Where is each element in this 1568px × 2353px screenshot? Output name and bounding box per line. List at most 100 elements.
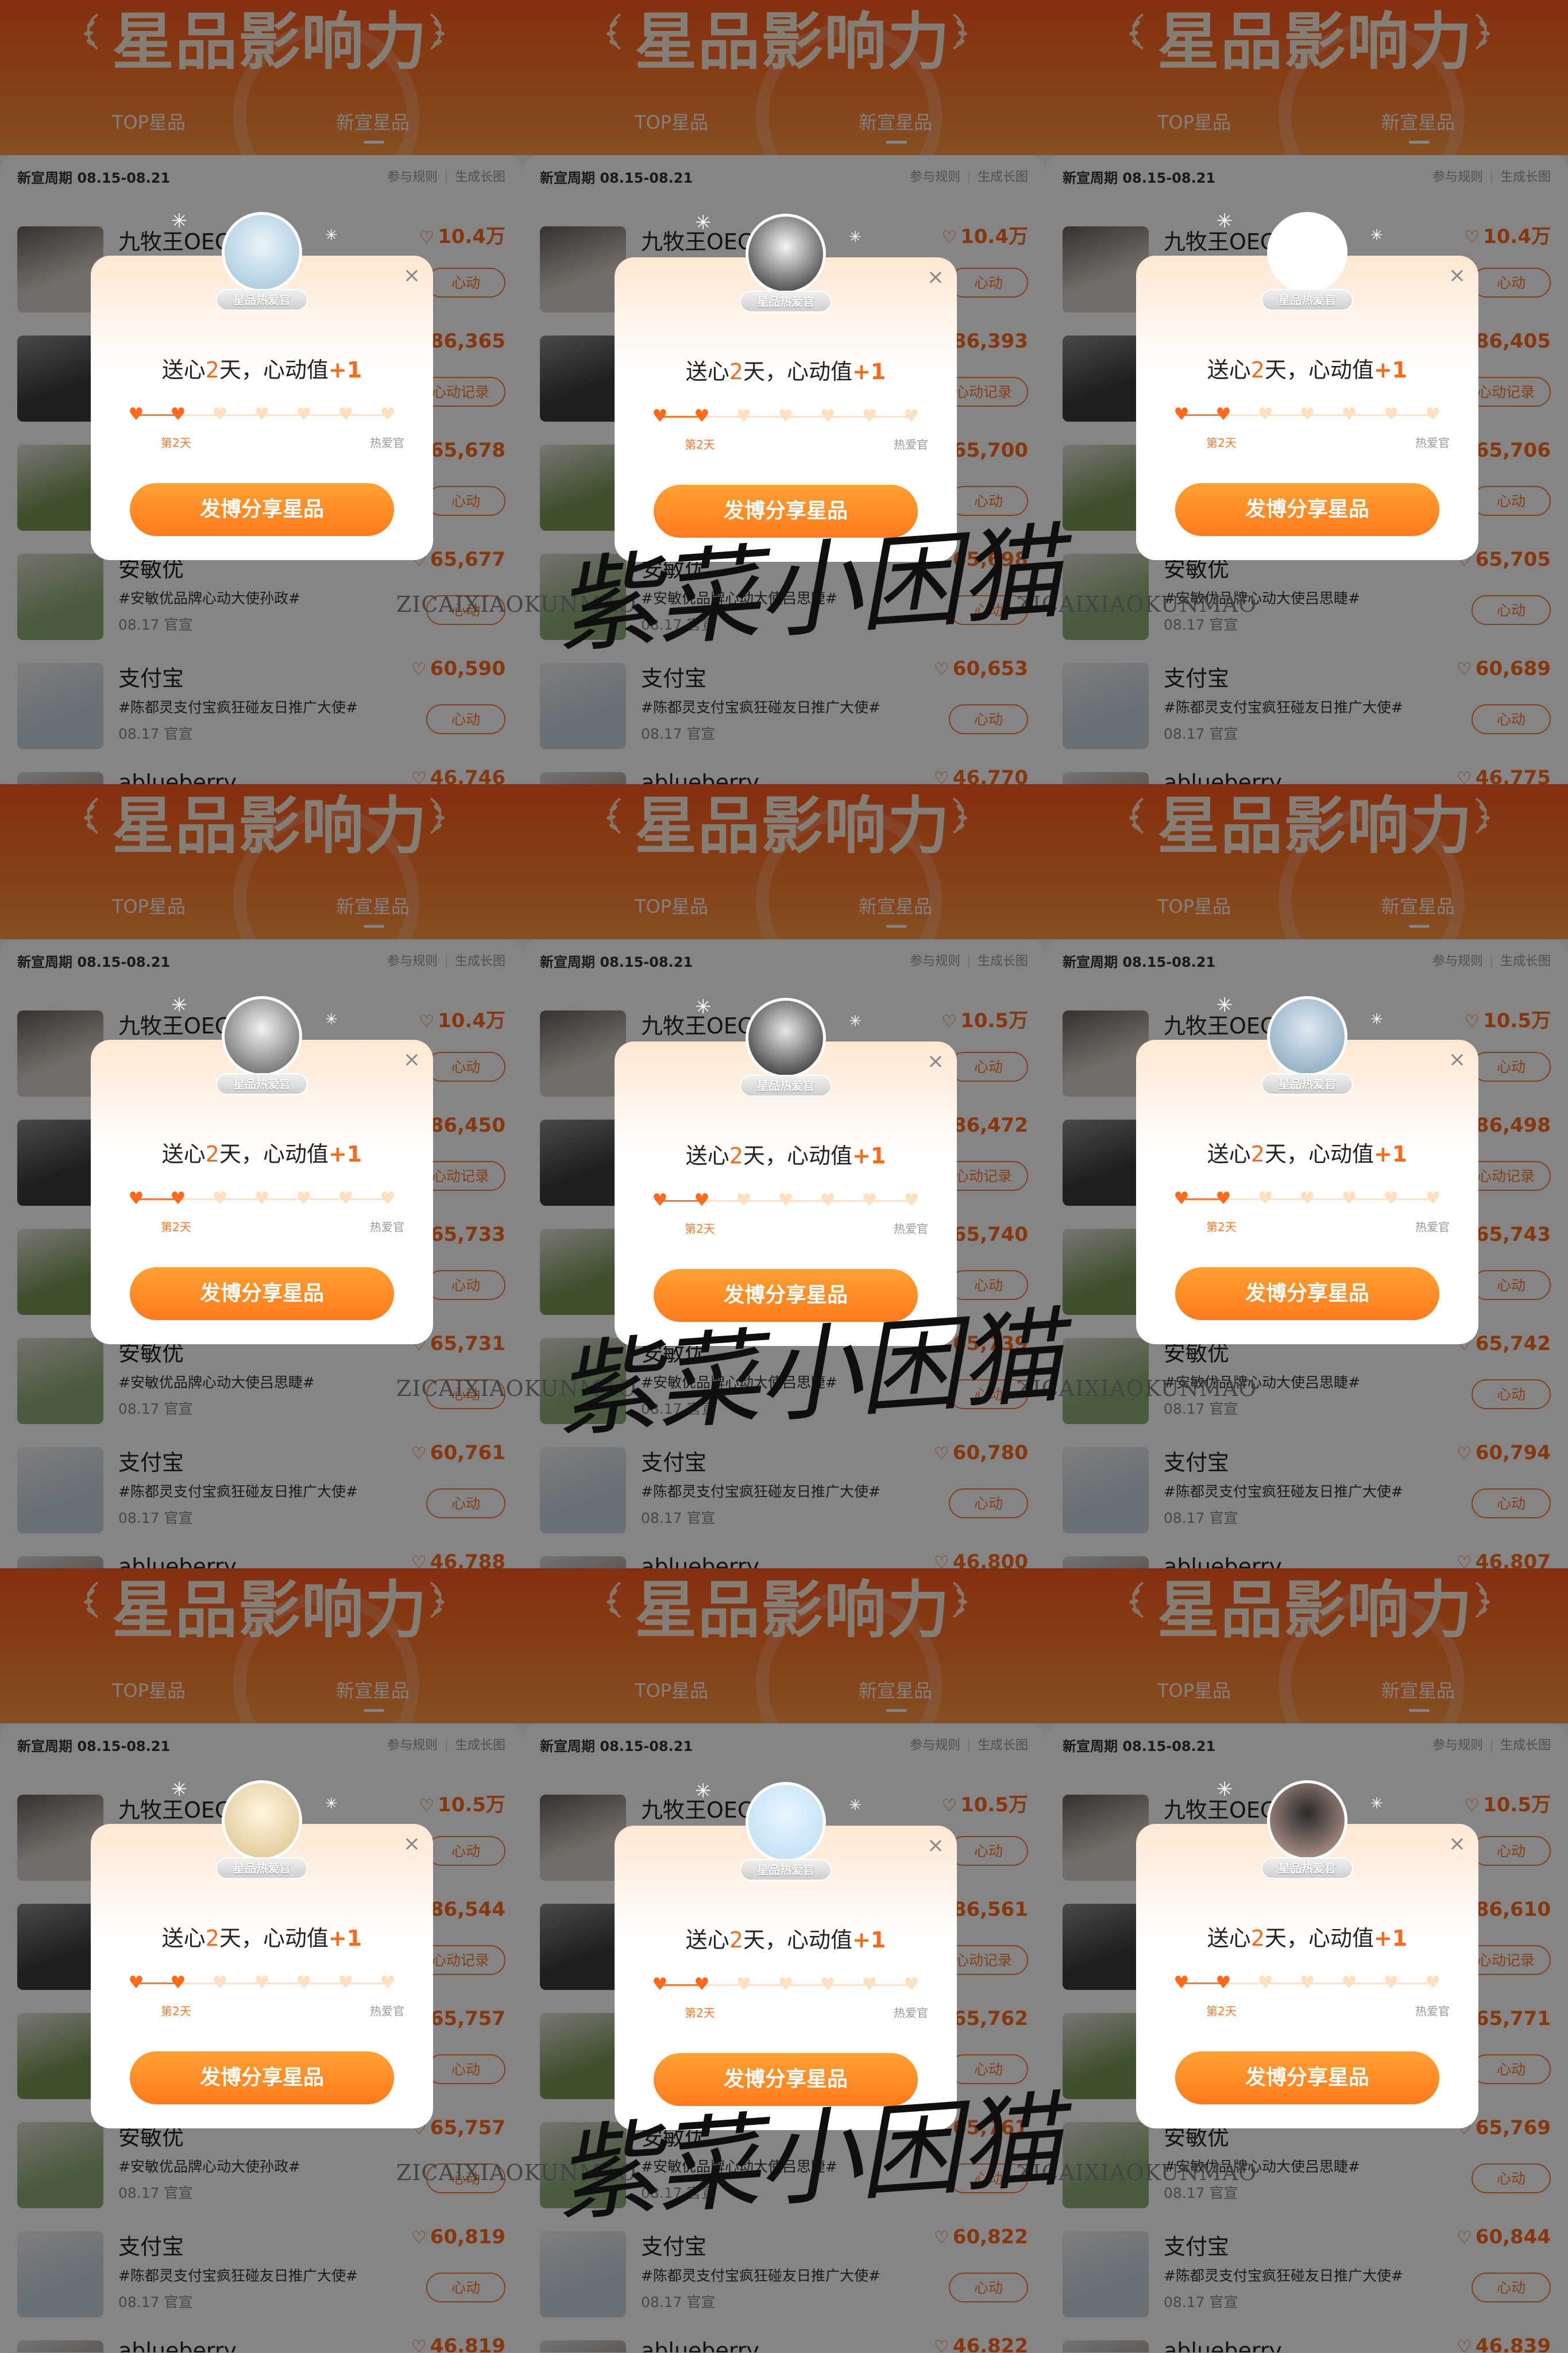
share-button[interactable]: 发博分享星品 [1175,2051,1439,2104]
progress-goal-label: 热爱官 [1415,1220,1450,1234]
share-button[interactable]: 发博分享星品 [1175,1267,1439,1320]
progress-heart-icon: ♥ [170,1973,186,1993]
screenshot-panel: 星品影响力 TOP星品 新宣星品 新宣周期 08.15-08.21 参与规则 生成长图 九牧… [0,1568,523,2352]
close-icon[interactable]: × [1447,1050,1467,1070]
progress-heart-icon: ♥ [694,406,710,426]
dialog-title: 送心2天，心动值+1 [1207,357,1408,383]
heart-value-gain: +1 [328,1141,362,1167]
days-count: 2 [729,359,743,384]
progress-heart-icon: ♥ [380,404,396,425]
user-avatar [222,1780,302,1861]
progress-heart-icon: ♥ [338,404,354,425]
progress-heart-icon: ♥ [1341,1189,1357,1209]
fan-badge: 星品热爱官 [740,291,832,313]
progress-heart-icon: ♥ [820,1190,836,1210]
sparkle-icon: ✳ [849,1013,862,1030]
fan-badge: 星品热爱官 [216,1073,308,1095]
days-count: 2 [1250,1141,1265,1167]
close-icon[interactable]: × [402,1050,422,1070]
user-avatar [746,1782,826,1862]
progress-heart-icon: ♥ [380,1189,396,1209]
progress-heart-icon: ♥ [254,1973,270,1993]
close-icon[interactable]: × [402,265,422,286]
sparkle-icon: ✳ [171,994,188,1017]
share-button[interactable]: 发博分享星品 [1175,483,1439,536]
screenshot-panel: 星品影响力 TOP星品 新宣星品 新宣周期 08.15-08.21 参与规则 生成长图 九牧… [1045,0,1568,784]
progress-heart-icon: ♥ [338,1973,354,1993]
heart-value-gain: +1 [852,1927,886,1953]
progress-heart-icon: ♥ [170,404,186,425]
fan-badge: 星品热爱官 [1261,289,1353,311]
progress-current-label: 第2天 [1206,436,1237,450]
progress-heart-icon: ♥ [778,1190,794,1210]
user-avatar [1267,996,1347,1077]
dialog-title: 送心2天，心动值+1 [1207,1926,1408,1951]
sparkle-icon: ✳ [695,211,712,234]
close-icon[interactable]: × [926,267,945,288]
progress-current-label: 第2天 [161,2004,191,2018]
progress-heart-icon: ♥ [903,1974,920,1995]
progress-heart-icon: ♥ [128,1189,144,1209]
close-icon[interactable]: × [402,1834,422,1854]
close-icon[interactable]: × [1447,1834,1467,1854]
sparkle-icon: ✳ [1370,1795,1383,1812]
days-count: 2 [205,357,219,383]
progress-heart-icon: ♥ [1173,1189,1189,1209]
close-icon[interactable]: × [1447,265,1467,286]
user-avatar [1267,212,1347,292]
progress-heart-icon: ♥ [903,406,920,426]
progress-heart-icon: ♥ [652,1974,668,1995]
progress-current-label: 第2天 [161,436,191,450]
share-button[interactable]: 发博分享星品 [130,1267,394,1320]
progress-goal-label: 热爱官 [370,2004,404,2018]
dialog-title: 送心2天，心动值+1 [685,359,886,384]
progress-heart-icon: ♥ [1173,1973,1189,1993]
sparkle-icon: ✳ [325,1795,338,1812]
user-avatar [1267,1780,1347,1861]
days-count: 2 [729,1143,743,1168]
days-count: 2 [729,1927,743,1953]
sparkle-icon: ✳ [1370,1011,1383,1028]
progress-heart-icon: ♥ [1383,404,1399,425]
share-button[interactable]: 发博分享星品 [130,2051,394,2104]
progress-goal-label: 热爱官 [1415,436,1450,450]
sparkle-icon: ✳ [325,227,338,244]
days-count: 2 [205,1926,219,1951]
heart-sent-dialog: 星品热爱官 ✳ ✳ × 送心2天，心动值+1 ♥ ♥ ♥ ♥ ♥ ♥ ♥ 第2天 热爱官 发博分享星品 [1136,1778,1478,2128]
progress-heart-icon: ♥ [652,1190,668,1210]
heart-sent-dialog: 星品热爱官 ✳ ✳ × 送心2天，心动值+1 ♥ ♥ ♥ ♥ ♥ ♥ ♥ 第2天 热爱官 发博分享星品 [91,1778,433,2128]
share-button[interactable]: 发博分享星品 [130,483,394,536]
sparkle-icon: ✳ [695,1780,712,1803]
close-icon[interactable]: × [926,1835,945,1856]
progress-heart-icon: ♥ [652,406,668,426]
progress-track: ♥ ♥ ♥ ♥ ♥ ♥ ♥ [126,404,397,427]
progress-heart-icon: ♥ [296,1973,312,1993]
progress-heart-icon: ♥ [1215,1973,1231,1993]
progress-heart-icon: ♥ [128,404,144,425]
progress-heart-icon: ♥ [1215,1189,1231,1209]
progress-goal-label: 热爱官 [370,1220,404,1234]
progress-heart-icon: ♥ [694,1190,710,1210]
progress-track: ♥ ♥ ♥ ♥ ♥ ♥ ♥ [1172,1188,1443,1211]
progress-heart-icon: ♥ [1299,404,1315,425]
heart-value-gain: +1 [1373,1926,1408,1951]
screenshot-panel: 星品影响力 TOP星品 新宣星品 新宣周期 08.15-08.21 参与规则 生成长图 九牧… [1045,1568,1568,2352]
progress-track: ♥ ♥ ♥ ♥ ♥ ♥ ♥ [650,1974,921,1997]
progress-heart-icon: ♥ [1215,404,1231,425]
progress-track: ♥ ♥ ♥ ♥ ♥ ♥ ♥ [650,1190,921,1213]
progress-heart-icon: ♥ [380,1973,396,1993]
screenshot-panel: 星品影响力 TOP星品 新宣星品 新宣周期 08.15-08.21 参与规则 生成长图 九牧… [1045,784,1568,1568]
progress-heart-icon: ♥ [862,406,878,426]
sparkle-icon: ✳ [695,996,712,1019]
sparkle-icon: ✳ [849,229,862,246]
days-count: 2 [1250,357,1265,383]
sparkle-icon: ✳ [1216,210,1233,233]
close-icon[interactable]: × [926,1051,945,1072]
progress-heart-icon: ♥ [1383,1189,1399,1209]
days-count: 2 [205,1141,219,1167]
progress-heart-icon: ♥ [820,406,836,426]
progress-heart-icon: ♥ [128,1973,144,1993]
progress-heart-icon: ♥ [254,404,270,425]
screenshot-collage: 星品影响力 TOP星品 新宣星品 新宣周期 08.15-08.21 参与规则 生成长图 九牧… [0,0,1568,2353]
progress-current-label: 第2天 [685,1222,715,1236]
